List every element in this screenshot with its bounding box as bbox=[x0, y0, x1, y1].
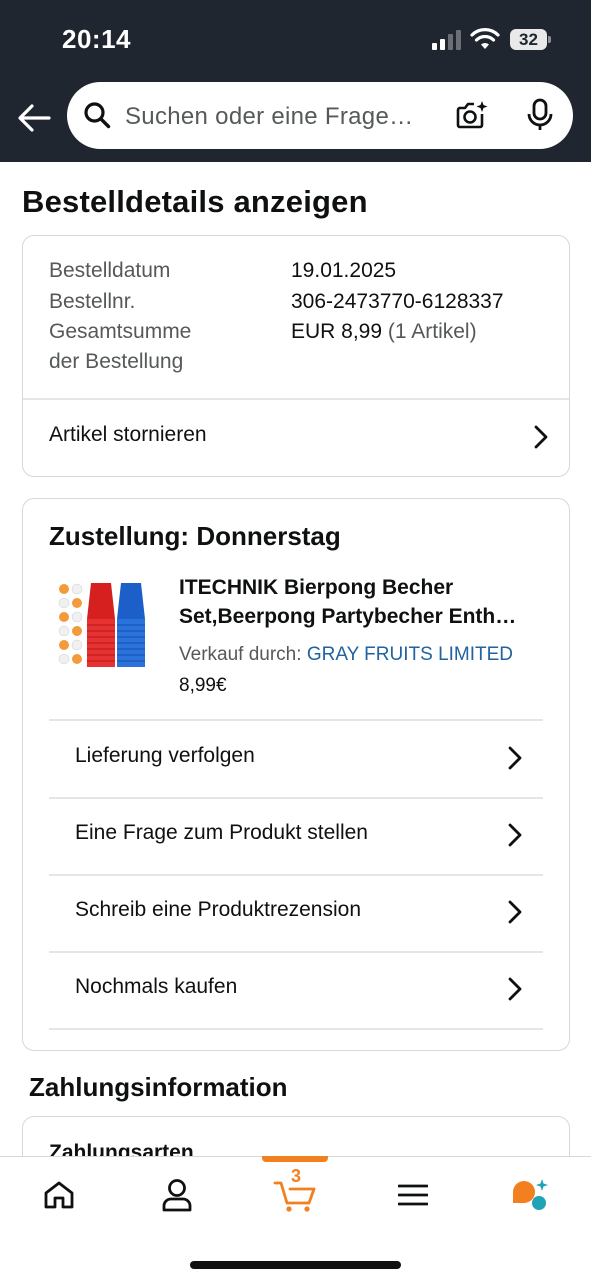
chevron-right-icon bbox=[508, 746, 522, 770]
active-tab-indicator bbox=[262, 1156, 328, 1162]
arrow-left-icon bbox=[18, 104, 51, 132]
chevron-right-icon bbox=[508, 823, 522, 847]
order-total-label-line1: Gesamtsumme bbox=[49, 320, 192, 343]
bottom-navigation: 3 bbox=[0, 1156, 591, 1280]
nav-menu[interactable] bbox=[388, 1175, 438, 1215]
nav-rufus[interactable] bbox=[506, 1175, 556, 1215]
battery-percent: 32 bbox=[519, 30, 538, 49]
chevron-right-icon bbox=[534, 425, 548, 449]
product-title-link[interactable]: ITECHNIK Bierpong Becher Set,Beerpong Pa… bbox=[179, 573, 549, 631]
home-icon bbox=[44, 1181, 74, 1209]
product-title-line1: ITECHNIK Bierpong Becher bbox=[179, 576, 454, 599]
order-total-row: Gesamtsumme der Bestellung EUR 8,99 (1 A… bbox=[49, 317, 477, 377]
product-price: 8,99€ bbox=[179, 675, 227, 696]
microphone-icon[interactable] bbox=[525, 98, 555, 132]
chevron-right-icon bbox=[508, 977, 522, 1001]
cellular-signal-icon bbox=[432, 30, 461, 50]
order-date-label: Bestelldatum bbox=[49, 259, 171, 282]
order-total-amount: EUR 8,99 bbox=[291, 320, 383, 343]
order-item-count: (1 Artikel) bbox=[387, 320, 477, 343]
cancel-items-label: Artikel stornieren bbox=[49, 423, 207, 446]
ping-pong-balls bbox=[58, 583, 83, 665]
back-button[interactable] bbox=[14, 98, 54, 138]
app-header: 20:14 32 Suchen oder eine Frage… bbox=[0, 0, 591, 162]
search-bar[interactable]: Suchen oder eine Frage… bbox=[67, 82, 573, 149]
track-delivery-label: Lieferung verfolgen bbox=[75, 744, 255, 767]
order-total-label-line2: der Bestellung bbox=[49, 350, 184, 373]
seller-prefix: Verkauf durch: bbox=[179, 644, 302, 665]
order-summary-card: Bestelldatum 19.01.2025 Bestellnr. 306-2… bbox=[22, 235, 570, 477]
search-icon bbox=[84, 102, 111, 129]
rufus-ai-icon bbox=[513, 1179, 548, 1210]
chevron-right-icon bbox=[508, 900, 522, 924]
cart-count-badge: 3 bbox=[291, 1166, 302, 1186]
home-indicator bbox=[190, 1261, 401, 1269]
order-total-value: EUR 8,99 (1 Artikel) bbox=[291, 317, 477, 347]
delivery-title: Zustellung: Donnerstag bbox=[49, 521, 341, 551]
ask-product-question-label: Eine Frage zum Produkt stellen bbox=[75, 821, 368, 844]
nav-cart[interactable]: 3 bbox=[270, 1166, 320, 1215]
order-number-label: Bestellnr. bbox=[49, 290, 136, 313]
buy-again-label: Nochmals kaufen bbox=[75, 975, 238, 998]
account-icon bbox=[162, 1179, 192, 1212]
nav-home[interactable] bbox=[34, 1175, 84, 1215]
wifi-icon bbox=[470, 28, 500, 49]
write-review-label: Schreib eine Produktrezension bbox=[75, 898, 362, 921]
order-number-value: 306-2473770-6128337 bbox=[291, 290, 504, 313]
page-title: Bestelldetails anzeigen bbox=[22, 184, 368, 219]
ask-product-question-button[interactable]: Eine Frage zum Produkt stellen bbox=[49, 797, 543, 874]
product-title-line2: Set,Beerpong Partybecher Enth… bbox=[179, 605, 517, 628]
status-time: 20:14 bbox=[62, 24, 131, 54]
track-delivery-button[interactable]: Lieferung verfolgen bbox=[49, 720, 543, 797]
seller-link[interactable]: GRAY FRUITS LIMITED bbox=[307, 644, 513, 665]
order-date-row: Bestelldatum 19.01.2025 bbox=[49, 256, 396, 286]
order-date-value: 19.01.2025 bbox=[291, 259, 397, 282]
camera-search-icon[interactable] bbox=[455, 100, 489, 130]
search-input[interactable]: Suchen oder eine Frage… bbox=[125, 103, 435, 131]
order-number-row: Bestellnr. 306-2473770-6128337 bbox=[49, 287, 504, 317]
product-image[interactable] bbox=[57, 579, 147, 671]
status-bar: 20:14 32 bbox=[0, 0, 591, 80]
divider bbox=[49, 1028, 543, 1030]
payment-section-title: Zahlungsinformation bbox=[29, 1072, 288, 1102]
cancel-items-button[interactable]: Artikel stornieren bbox=[23, 399, 569, 475]
seller-info: Verkauf durch: GRAY FRUITS LIMITED bbox=[179, 644, 513, 666]
battery-indicator: 32 bbox=[510, 29, 552, 51]
delivery-card: Zustellung: Donnerstag ITECHNIK Bierpong… bbox=[22, 498, 570, 1051]
write-review-button[interactable]: Schreib eine Produktrezension bbox=[49, 874, 543, 951]
menu-icon bbox=[398, 1184, 428, 1206]
nav-account[interactable] bbox=[152, 1175, 202, 1215]
buy-again-button[interactable]: Nochmals kaufen bbox=[49, 951, 543, 1028]
